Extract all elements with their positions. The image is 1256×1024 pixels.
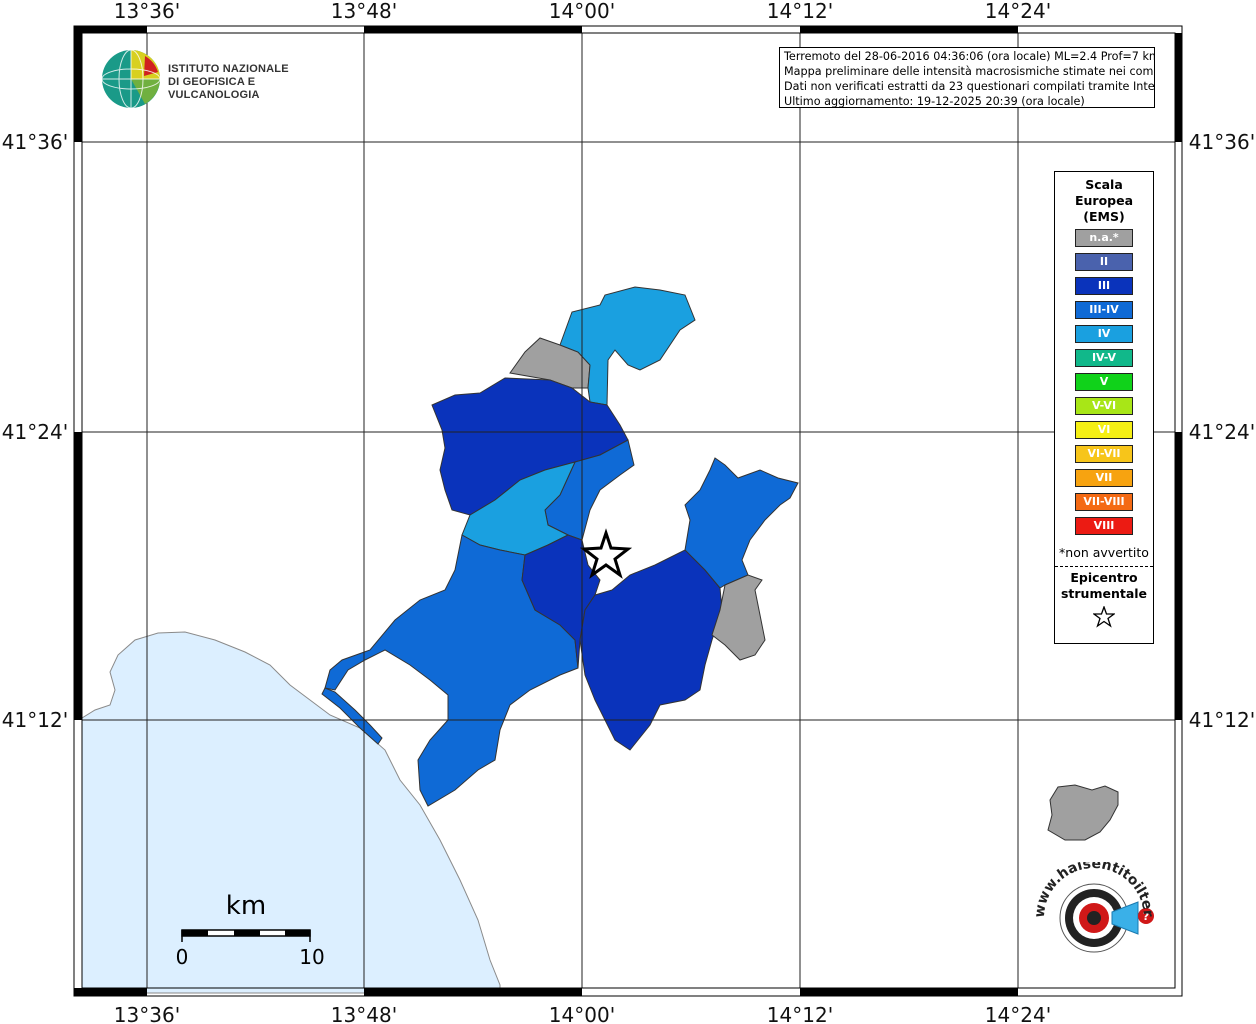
lat-labels-left: 41°36' 41°24' 41°12'	[2, 130, 68, 732]
lat-labels-right: 41°36' 41°24' 41°12'	[1189, 130, 1255, 732]
legend-item: VII	[1075, 469, 1133, 487]
lat-label: 41°24'	[1189, 420, 1255, 444]
ingv-name-line2: DI GEOFISICA E VULCANOLOGIA	[168, 76, 260, 101]
lon-label: 14°00'	[549, 0, 615, 23]
ingv-logo: ISTITUTO NAZIONALE DI GEOFISICA E VULCAN…	[100, 48, 330, 110]
scale-unit: km	[226, 891, 266, 921]
legend-item: VIII	[1075, 517, 1133, 535]
legend-item: II	[1075, 253, 1133, 271]
lon-label: 13°48'	[331, 0, 397, 23]
scale-max: 10	[299, 945, 324, 969]
lon-label: 14°00'	[549, 1003, 615, 1024]
legend-items: n.a.* II III III-IV IV IV-V V V-VI VI VI-VII VII VI…	[1055, 229, 1153, 535]
municipality-na-southeast	[1047, 784, 1119, 841]
scale-min: 0	[176, 945, 189, 969]
legend-item: III	[1075, 277, 1133, 295]
event-info-line: Dati non verificati estratti da 23 quest…	[784, 80, 1155, 93]
lat-label: 41°24'	[2, 420, 68, 444]
municipalities	[321, 286, 1119, 841]
event-info-line: Ultimo aggiornamento: 19-12-2025 20:39 (…	[784, 95, 1085, 108]
legend-item: IV-V	[1075, 349, 1133, 367]
event-info-line: Mappa preliminare delle intensità macros…	[784, 65, 1155, 78]
lon-label: 14°24'	[985, 0, 1051, 23]
ingv-name-line1: ISTITUTO NAZIONALE	[168, 63, 289, 75]
lon-labels-top: 13°36' 13°48' 14°00' 14°12' 14°24'	[114, 0, 1051, 23]
haisentito-logo: ? www.haisentitoilterremoto.it	[1023, 850, 1160, 977]
legend-item: n.a.*	[1075, 229, 1133, 247]
legend-item: V	[1075, 373, 1133, 391]
lon-label: 13°36'	[114, 1003, 180, 1024]
legend-item: VI	[1075, 421, 1133, 439]
legend-epicenter-label: Epicentro strumentale	[1055, 570, 1153, 602]
legend-star-icon	[1055, 605, 1153, 632]
legend-item: VII-VIII	[1075, 493, 1133, 511]
legend-item: III-IV	[1075, 301, 1133, 319]
event-info-box: Terremoto del 28-06-2016 04:36:06 (ora l…	[779, 47, 1155, 108]
legend-title-line: Scala	[1085, 177, 1123, 192]
lat-label: 41°36'	[1189, 130, 1255, 154]
lon-label: 14°24'	[985, 1003, 1051, 1024]
legend-item: IV	[1075, 325, 1133, 343]
legend-epicenter-line: Epicentro	[1070, 570, 1138, 585]
legend-item: VI-VII	[1075, 445, 1133, 463]
legend-item: V-VI	[1075, 397, 1133, 415]
legend-title-line: (EMS)	[1083, 209, 1125, 224]
legend-note: *non avvertito	[1059, 545, 1149, 560]
lat-label: 41°36'	[2, 130, 68, 154]
lon-label: 14°12'	[767, 0, 833, 23]
lon-label: 13°48'	[331, 1003, 397, 1024]
ingv-name: ISTITUTO NAZIONALE DI GEOFISICA E VULCAN…	[168, 63, 330, 102]
legend-title: Scala Europea (EMS)	[1055, 177, 1153, 225]
target-icon: ? www.haisentitoilterremoto.it	[1023, 850, 1156, 953]
legend-epicenter-line: strumentale	[1060, 586, 1148, 601]
lon-label: 14°12'	[767, 1003, 833, 1024]
lat-label: 41°12'	[2, 708, 68, 732]
globe-icon	[101, 49, 161, 109]
legend-divider	[1055, 566, 1153, 567]
ems-legend: Scala Europea (EMS) n.a.* II III III-IV IV IV…	[1054, 171, 1154, 644]
event-info-line: Terremoto del 28-06-2016 04:36:06 (ora l…	[784, 50, 1155, 63]
lon-labels-bottom: 13°36' 13°48' 14°00' 14°12' 14°24'	[114, 1003, 1051, 1024]
lat-label: 41°12'	[1189, 708, 1255, 732]
lon-label: 13°36'	[114, 0, 180, 23]
legend-title-line: Europea	[1074, 193, 1134, 208]
